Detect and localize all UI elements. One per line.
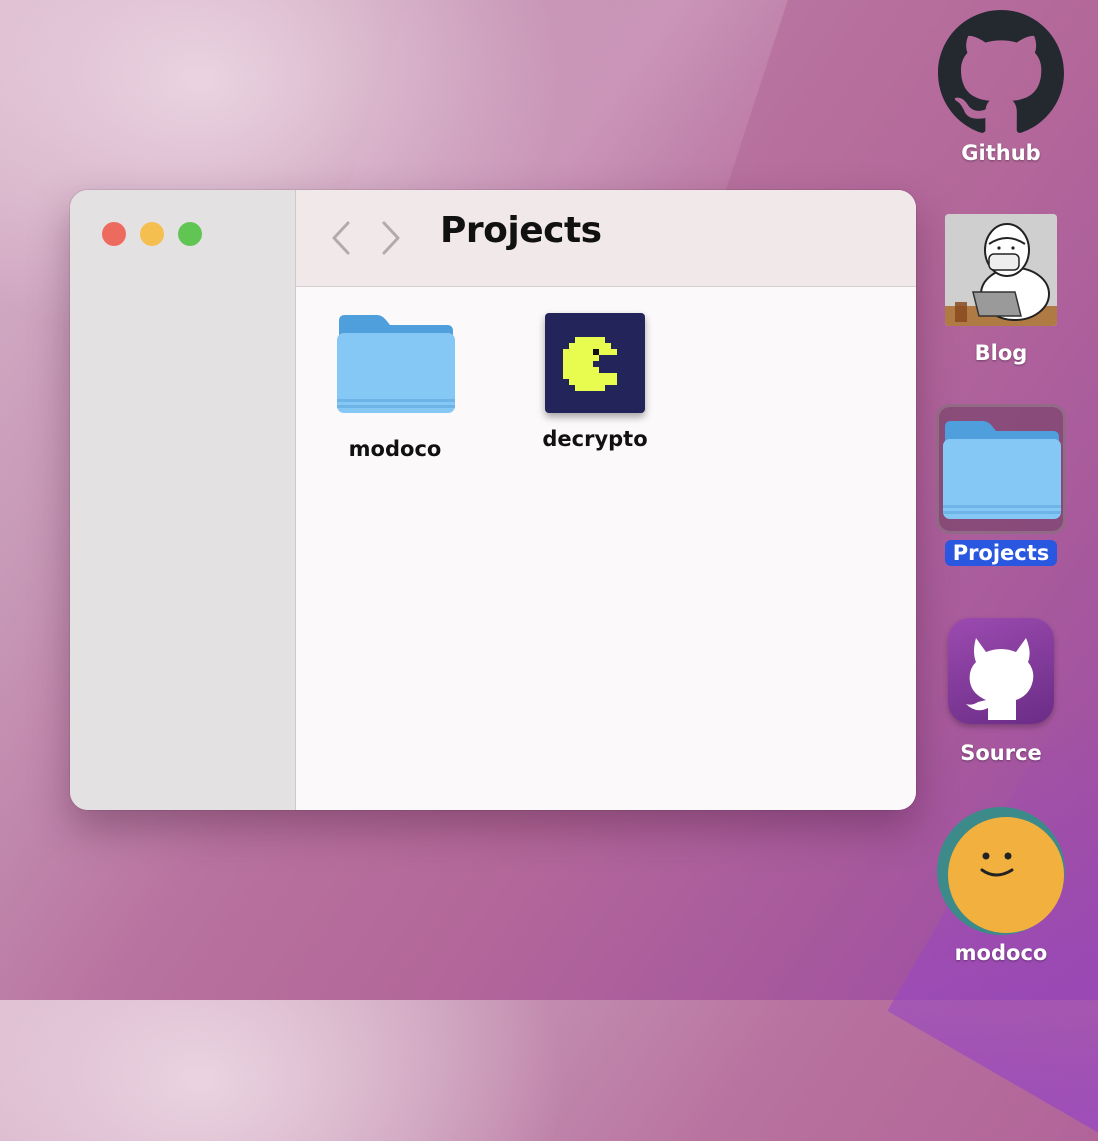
- back-button[interactable]: [328, 220, 358, 256]
- desktop-icon-label: Source: [960, 741, 1042, 765]
- file-label: decrypto: [542, 427, 648, 451]
- file-item-decrypto[interactable]: decrypto: [520, 313, 670, 451]
- sidebar: [70, 190, 296, 810]
- maximize-button[interactable]: [178, 222, 202, 246]
- file-label: modoco: [348, 437, 442, 461]
- desktop-icon-projects[interactable]: Projects: [926, 404, 1076, 566]
- folder-icon: [337, 315, 455, 413]
- desktop-icon-github[interactable]: Github: [926, 10, 1076, 166]
- desktop-icon-label: Github: [961, 141, 1041, 165]
- chevron-left-icon: [332, 221, 350, 255]
- smiley-avatar-icon: [937, 807, 1065, 935]
- minimize-button[interactable]: [140, 222, 164, 246]
- file-item-modoco[interactable]: modoco: [320, 311, 470, 461]
- chevron-right-icon: [382, 221, 400, 255]
- github-icon: [938, 10, 1064, 133]
- window-controls: [102, 222, 202, 246]
- desktop-icon-label: modoco: [954, 941, 1048, 965]
- folder-icon: [943, 421, 1061, 519]
- pacman-icon: [545, 313, 645, 413]
- desktop-icon-modoco[interactable]: modoco: [926, 806, 1076, 966]
- desktop-icon-label: Blog: [974, 341, 1028, 365]
- toolbar: Projects: [296, 190, 916, 287]
- finder-window: Projects modoco decrypto: [70, 190, 916, 810]
- github-desktop-icon: [948, 618, 1054, 724]
- desktop-icon-label: Projects: [944, 540, 1058, 566]
- close-button[interactable]: [102, 222, 126, 246]
- desktop-icon-source[interactable]: Source: [926, 618, 1076, 766]
- blog-thumbnail-icon: [945, 214, 1057, 326]
- selection-highlight: [936, 404, 1066, 534]
- desktop-icon-blog[interactable]: Blog: [926, 214, 1076, 366]
- forward-button[interactable]: [376, 220, 406, 256]
- file-area: modoco decrypto: [296, 287, 916, 810]
- window-title: Projects: [440, 210, 602, 251]
